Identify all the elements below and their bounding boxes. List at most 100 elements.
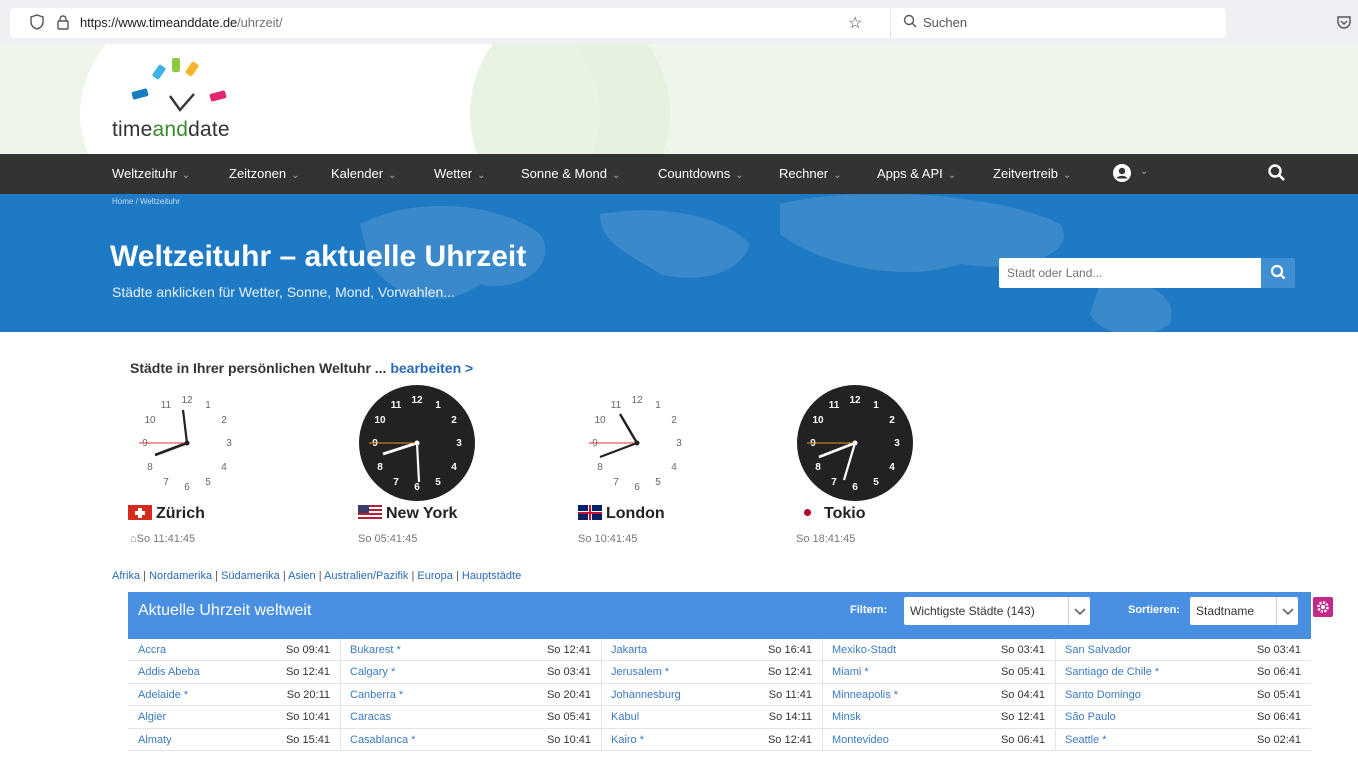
nav-item-zeitzonen[interactable]: Zeitzonen ⌄ — [229, 166, 299, 181]
column-divider — [601, 706, 602, 729]
svg-text:8: 8 — [597, 462, 603, 473]
city-link[interactable]: Adelaide * — [138, 684, 188, 706]
timeanddate-logo[interactable]: timeanddate — [112, 52, 252, 148]
gear-icon[interactable] — [1313, 597, 1333, 617]
city-link[interactable]: Almaty — [138, 729, 172, 751]
city-link[interactable]: Mexiko-Stadt — [832, 639, 896, 661]
user-account-icon[interactable] — [1112, 163, 1132, 183]
clock-city-zurich[interactable]: Zürich — [128, 505, 205, 523]
svg-text:2: 2 — [671, 415, 677, 426]
column-divider — [1055, 683, 1056, 706]
city-time: So 12:41 — [546, 644, 591, 656]
city-link[interactable]: Accra — [138, 639, 166, 661]
world-time-table-header: Aktuelle Uhrzeit weltweit Filtern: Wicht… — [128, 592, 1311, 639]
url-text[interactable]: https://www.timeanddate.de/uhrzeit/ — [80, 15, 283, 30]
column-divider — [822, 639, 823, 661]
region-link-hauptstaedte[interactable]: Hauptstädte — [462, 570, 521, 582]
analog-clock-london[interactable]: 121234567891011 — [578, 384, 696, 502]
city-link[interactable]: Minsk — [832, 706, 861, 728]
svg-text:2: 2 — [221, 415, 227, 426]
svg-text:7: 7 — [163, 477, 169, 488]
nav-item-zeitvertreib[interactable]: Zeitvertreib ⌄ — [993, 166, 1071, 181]
city-link[interactable]: Minneapolis * — [832, 684, 898, 706]
city-link[interactable]: Casablanca * — [350, 729, 415, 751]
search-icon — [903, 14, 917, 28]
city-link[interactable]: Canberra * — [350, 684, 403, 706]
filter-select[interactable]: Wichtigste Städte (143) — [904, 597, 1090, 625]
city-time: So 03:41 — [1000, 644, 1045, 656]
city-link[interactable]: Addis Abeba — [138, 661, 200, 683]
browser-search-box[interactable]: Suchen — [890, 8, 1226, 38]
city-link[interactable]: Kabul — [611, 706, 639, 728]
nav-item-weltzeituhr[interactable]: Weltzeituhr ⌄ — [112, 166, 190, 181]
pocket-icon[interactable] — [1336, 14, 1352, 30]
column-divider — [340, 661, 341, 684]
clock-city-new-york[interactable]: New York — [358, 505, 457, 523]
bookmark-star-icon[interactable]: ☆ — [848, 13, 862, 33]
svg-text:3: 3 — [894, 438, 900, 449]
svg-text:11: 11 — [161, 400, 172, 411]
region-link-australien-pazifik[interactable]: Australien/Pazifik — [324, 570, 408, 582]
region-link-europa[interactable]: Europa — [417, 570, 452, 582]
column-divider — [822, 661, 823, 684]
url-path: /uhrzeit/ — [237, 15, 283, 30]
analog-clock-zurich[interactable]: 121234567891011 — [128, 384, 246, 502]
city-link[interactable]: Miami * — [832, 661, 869, 683]
lock-icon[interactable] — [56, 14, 70, 30]
shield-icon[interactable] — [30, 14, 44, 30]
region-link-nordamerika[interactable]: Nordamerika — [149, 570, 212, 582]
clock-city-tokio[interactable]: Tokio — [796, 505, 865, 523]
city-link[interactable]: Jakarta — [611, 639, 647, 661]
svg-text:11: 11 — [829, 400, 840, 411]
nav-item-sonne-mond[interactable]: Sonne & Mond ⌄ — [521, 166, 620, 181]
nav-label: Sonne & Mond — [521, 166, 608, 181]
city-link[interactable]: Calgary * — [350, 661, 395, 683]
nav-label: Rechner — [779, 166, 829, 181]
chevron-down-icon: ⌄ — [477, 170, 486, 181]
logo-word-time: time — [112, 118, 153, 141]
city-search-field[interactable] — [999, 258, 1261, 288]
breadcrumb[interactable]: Home / Weltzeituhr — [112, 197, 180, 206]
address-bar[interactable]: https://www.timeanddate.de/uhrzeit/ ☆ Su… — [10, 8, 1226, 38]
city-link[interactable]: San Salvador — [1065, 639, 1131, 661]
svg-text:1: 1 — [205, 400, 211, 411]
logo-wordmark: timeanddate — [112, 118, 230, 142]
city-link[interactable]: São Paulo — [1065, 706, 1116, 728]
city-search-input[interactable] — [999, 258, 1249, 288]
nav-label: Zeitvertreib — [993, 166, 1059, 181]
edit-personal-clock-link[interactable]: bearbeiten > — [390, 360, 473, 376]
svg-text:8: 8 — [147, 462, 153, 473]
city-link[interactable]: Jerusalem * — [611, 661, 669, 683]
city-link[interactable]: Johannesburg — [611, 684, 681, 706]
city-link[interactable]: Caracas — [350, 706, 391, 728]
nav-item-apps-api[interactable]: Apps & API ⌄ — [877, 166, 956, 181]
city-link[interactable]: Algier — [138, 706, 166, 728]
sort-select[interactable]: Stadtname — [1190, 597, 1298, 625]
nav-item-countdowns[interactable]: Countdowns ⌄ — [658, 166, 744, 181]
nav-item-wetter[interactable]: Wetter ⌄ — [434, 166, 485, 181]
analog-clock-new-york[interactable]: 121234567891011 — [358, 384, 476, 502]
city-link[interactable]: Bukarest * — [350, 639, 401, 661]
nav-item-kalender[interactable]: Kalender ⌄ — [331, 166, 396, 181]
table-row: Almaty So 15:41 Casablanca * So 10:41 Kairo … — [128, 728, 1311, 751]
clock-city-london[interactable]: London — [578, 505, 665, 523]
city-link[interactable]: Seattle * — [1065, 729, 1107, 751]
city-link[interactable]: Montevideo — [832, 729, 889, 751]
city-time: So 14:11 — [768, 711, 812, 724]
region-link-asien[interactable]: Asien — [288, 570, 316, 582]
analog-clock-tokio[interactable]: 121234567891011 — [796, 384, 914, 502]
city-link[interactable]: Santo Domingo — [1065, 684, 1141, 706]
city-time: So 03:41 — [1256, 644, 1301, 656]
nav-item-rechner[interactable]: Rechner ⌄ — [779, 166, 842, 181]
search-icon[interactable] — [1267, 163, 1287, 183]
city-search-button[interactable] — [1261, 258, 1295, 288]
city-link[interactable]: Kairo * — [611, 729, 644, 751]
chevron-down-icon[interactable]: ⌄ — [1140, 166, 1148, 177]
column-divider — [822, 683, 823, 706]
region-link-afrika[interactable]: Afrika — [112, 570, 140, 582]
city-link[interactable]: Santiago de Chile * — [1065, 661, 1159, 683]
svg-text:7: 7 — [393, 477, 399, 488]
svg-text:6: 6 — [634, 482, 640, 493]
region-link-suedamerika[interactable]: Südamerika — [221, 570, 280, 582]
city-time: So 12:41 — [767, 666, 812, 679]
